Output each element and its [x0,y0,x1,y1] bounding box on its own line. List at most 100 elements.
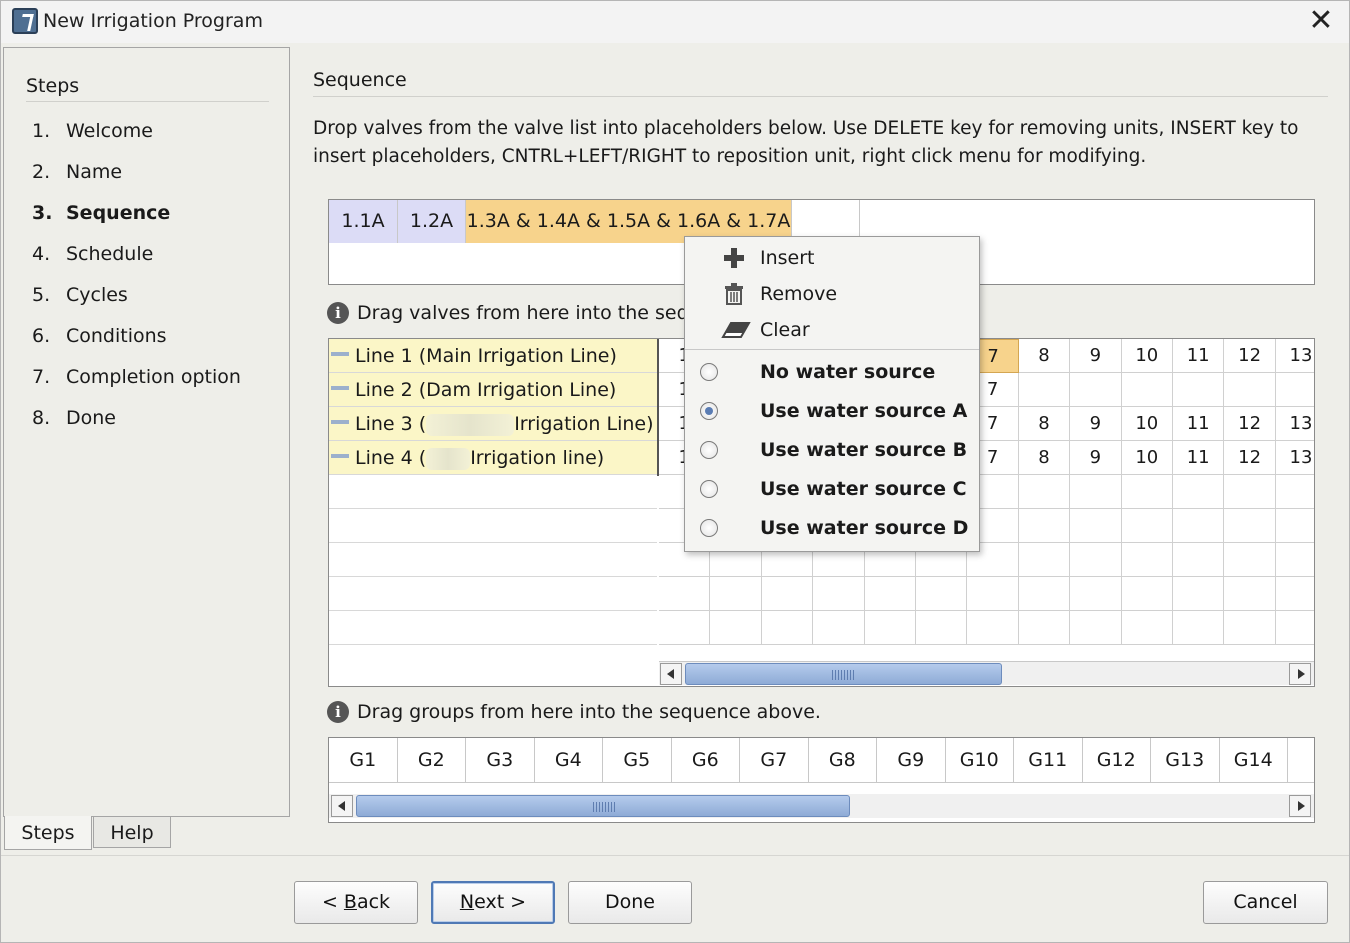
valve-cell[interactable] [1275,577,1314,611]
valve-cell[interactable] [1070,509,1122,543]
valve-cell[interactable] [1070,577,1122,611]
valve-cell[interactable] [1121,373,1173,407]
valve-cell[interactable] [1173,509,1225,543]
group-item[interactable]: G1 [329,738,398,783]
valve-cell[interactable] [916,577,968,611]
valve-cell[interactable]: 8 [1018,407,1071,441]
valve-cell[interactable] [1173,475,1225,509]
tab-help[interactable]: Help [93,816,171,848]
group-item[interactable]: G [1288,738,1314,783]
valve-cell[interactable]: 11 [1173,407,1225,441]
menu-radio-water-source-c[interactable]: Use water source C [685,472,979,506]
groups-box[interactable]: G1G2G3G4G5G6G7G8G9G10G11G12G13G14G [328,737,1315,823]
valve-cell[interactable]: 11 [1173,441,1225,475]
done-button[interactable]: Done [568,881,692,924]
valve-cell[interactable] [659,577,711,611]
scroll-right-icon[interactable] [1289,795,1311,817]
group-item[interactable]: G6 [671,738,740,783]
groups-scrollbar[interactable] [329,794,1314,818]
scroll-left-icon[interactable] [660,663,682,685]
valve-grid-scrollbar[interactable] [659,661,1314,685]
valve-cell[interactable] [813,611,865,645]
valve-cell[interactable] [1224,373,1276,407]
valve-cell[interactable] [710,611,762,645]
menu-radio-no-water-source[interactable]: No water source [685,355,979,389]
line-row[interactable]: Line 1 (Main Irrigation Line) [329,339,657,373]
line-row[interactable]: Line 3 (Irrigation Line) [329,407,657,441]
valve-cell[interactable] [1018,509,1071,543]
valve-cell[interactable]: 8 [1018,339,1071,373]
group-item[interactable]: G14 [1219,738,1288,783]
valve-cell[interactable] [916,611,968,645]
valve-cell[interactable] [1121,475,1173,509]
valve-cell[interactable] [1121,611,1173,645]
menu-item-remove[interactable]: Remove [685,277,979,311]
valve-cell[interactable]: 13 [1275,441,1314,475]
valve-cell[interactable] [813,577,865,611]
group-item[interactable]: G8 [808,738,877,783]
valve-cell[interactable] [1275,475,1314,509]
valve-cell[interactable] [864,611,916,645]
line-row[interactable]: Line 2 (Dam Irrigation Line) [329,373,657,407]
valve-cell[interactable] [1070,543,1122,577]
group-item[interactable]: G7 [740,738,809,783]
valve-cell[interactable] [967,577,1019,611]
valve-cell[interactable] [1173,577,1225,611]
valve-cell[interactable]: 8 [1018,441,1071,475]
valve-cell[interactable]: 13 [1275,339,1314,373]
valve-cell[interactable] [1070,611,1122,645]
group-item[interactable]: G13 [1151,738,1220,783]
valve-cell[interactable] [1275,509,1314,543]
scroll-right-icon[interactable] [1289,663,1311,685]
group-item[interactable]: G4 [534,738,603,783]
valve-cell[interactable] [1121,577,1173,611]
menu-item-clear[interactable]: Clear [685,313,979,347]
menu-item-insert[interactable]: Insert [685,241,979,275]
valve-cell[interactable]: 12 [1224,407,1276,441]
valve-cell[interactable] [1224,475,1276,509]
valve-cell[interactable] [1121,509,1173,543]
valve-cell[interactable] [710,577,762,611]
valve-cell[interactable] [967,611,1019,645]
back-button[interactable]: < Back [294,881,418,924]
menu-radio-water-source-b[interactable]: Use water source B [685,433,979,467]
valve-cell[interactable]: 9 [1070,339,1122,373]
valve-cell[interactable] [1173,611,1225,645]
valve-cell[interactable]: 9 [1070,441,1122,475]
valve-cell[interactable]: 10 [1121,339,1173,373]
sequence-unit[interactable]: 1.1A [329,200,398,243]
valve-cell[interactable] [1224,543,1276,577]
valve-cell[interactable] [1018,475,1071,509]
valve-cell[interactable] [1173,373,1225,407]
close-icon[interactable]: ✕ [1306,6,1336,36]
valve-cell[interactable] [659,611,711,645]
valve-cell[interactable] [1224,611,1276,645]
scroll-thumb[interactable] [685,663,1002,685]
group-item[interactable]: G3 [466,738,535,783]
scroll-thumb[interactable] [356,795,850,817]
valve-cell[interactable] [761,577,814,611]
cancel-button[interactable]: Cancel [1203,881,1328,924]
valve-cell[interactable] [1275,373,1314,407]
valve-cell[interactable] [1018,373,1071,407]
valve-cell[interactable] [1070,475,1122,509]
valve-cell[interactable]: 10 [1121,407,1173,441]
scroll-left-icon[interactable] [331,795,353,817]
valve-cell[interactable] [864,577,916,611]
valve-cell[interactable] [1275,543,1314,577]
group-item[interactable]: G9 [877,738,946,783]
valve-cell[interactable] [1121,543,1173,577]
line-row[interactable]: Line 4 (Irrigation line) [329,441,657,475]
valve-cell[interactable] [1224,509,1276,543]
menu-radio-water-source-a[interactable]: Use water source A [685,394,979,428]
sequence-unit[interactable]: 1.2A [398,200,466,243]
valve-cell[interactable] [1173,543,1225,577]
group-item[interactable]: G10 [945,738,1014,783]
valve-cell[interactable]: 12 [1224,441,1276,475]
valve-cell[interactable]: 10 [1121,441,1173,475]
valve-cell[interactable]: 13 [1275,407,1314,441]
valve-cell[interactable] [1070,373,1122,407]
group-item[interactable]: G5 [603,738,672,783]
next-button[interactable]: Next > [431,881,555,924]
valve-cell[interactable]: 9 [1070,407,1122,441]
